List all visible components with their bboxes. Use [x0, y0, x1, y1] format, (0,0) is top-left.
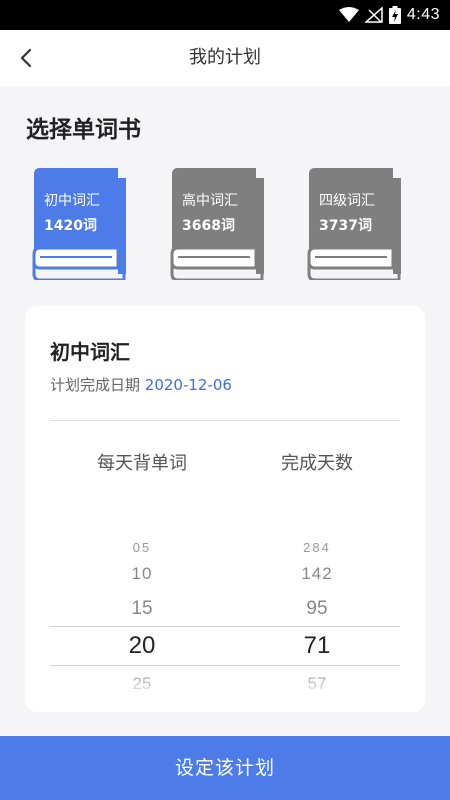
book-card-junior[interactable]: 初中词汇 1420词: [32, 168, 130, 280]
battery-charging-icon: [388, 6, 401, 24]
book-name: 初中词汇: [44, 193, 100, 209]
days-picker[interactable]: 284 142 95 71 57: [242, 526, 392, 696]
days-header: 完成天数: [281, 453, 353, 474]
picker-option[interactable]: 142: [242, 564, 392, 584]
page-title: 我的计划: [189, 47, 261, 68]
plan-card: 初中词汇 计划完成日期 2020-12-06 每天背单词 完成天数 05 10 …: [25, 306, 425, 712]
picker-option[interactable]: 57: [242, 674, 392, 694]
picker-option[interactable]: 15: [67, 598, 217, 620]
divider: [50, 420, 400, 421]
set-plan-button[interactable]: 设定该计划: [0, 736, 450, 800]
book-word-count: 1420词: [44, 218, 97, 234]
plan-date-value: 2020-12-06: [144, 376, 232, 394]
status-bar: 4:43: [0, 0, 450, 30]
picker-option-selected[interactable]: 20: [67, 632, 217, 660]
back-button[interactable]: [12, 44, 40, 72]
plan-date-line: 计划完成日期 2020-12-06: [50, 374, 232, 395]
status-time: 4:43: [406, 6, 440, 23]
book-name: 四级词汇: [319, 193, 375, 209]
picker-option[interactable]: 25: [67, 674, 217, 694]
plan-date-label: 计划完成日期: [50, 376, 141, 394]
app-bar: 我的计划: [0, 30, 450, 86]
book-name: 高中词汇: [182, 193, 238, 209]
book-word-count: 3668词: [182, 218, 235, 234]
picker-option-selected[interactable]: 71: [242, 632, 392, 660]
per-day-picker[interactable]: 05 10 15 20 25: [67, 526, 217, 696]
wifi-icon: [338, 7, 359, 22]
picker-option[interactable]: 95: [242, 598, 392, 620]
book-card-cet4[interactable]: 四级词汇 3737词: [307, 168, 405, 280]
picker-option[interactable]: 10: [67, 564, 217, 584]
chevron-left-icon: [20, 48, 32, 68]
per-day-header: 每天背单词: [97, 453, 187, 474]
picker-option[interactable]: 284: [242, 540, 392, 555]
picker-option[interactable]: 05: [67, 540, 217, 555]
section-title: 选择单词书: [26, 117, 141, 143]
book-word-count: 3737词: [319, 218, 372, 234]
plan-book-name: 初中词汇: [50, 340, 130, 364]
signal-icon: [364, 7, 383, 23]
book-card-senior[interactable]: 高中词汇 3668词: [170, 168, 268, 280]
